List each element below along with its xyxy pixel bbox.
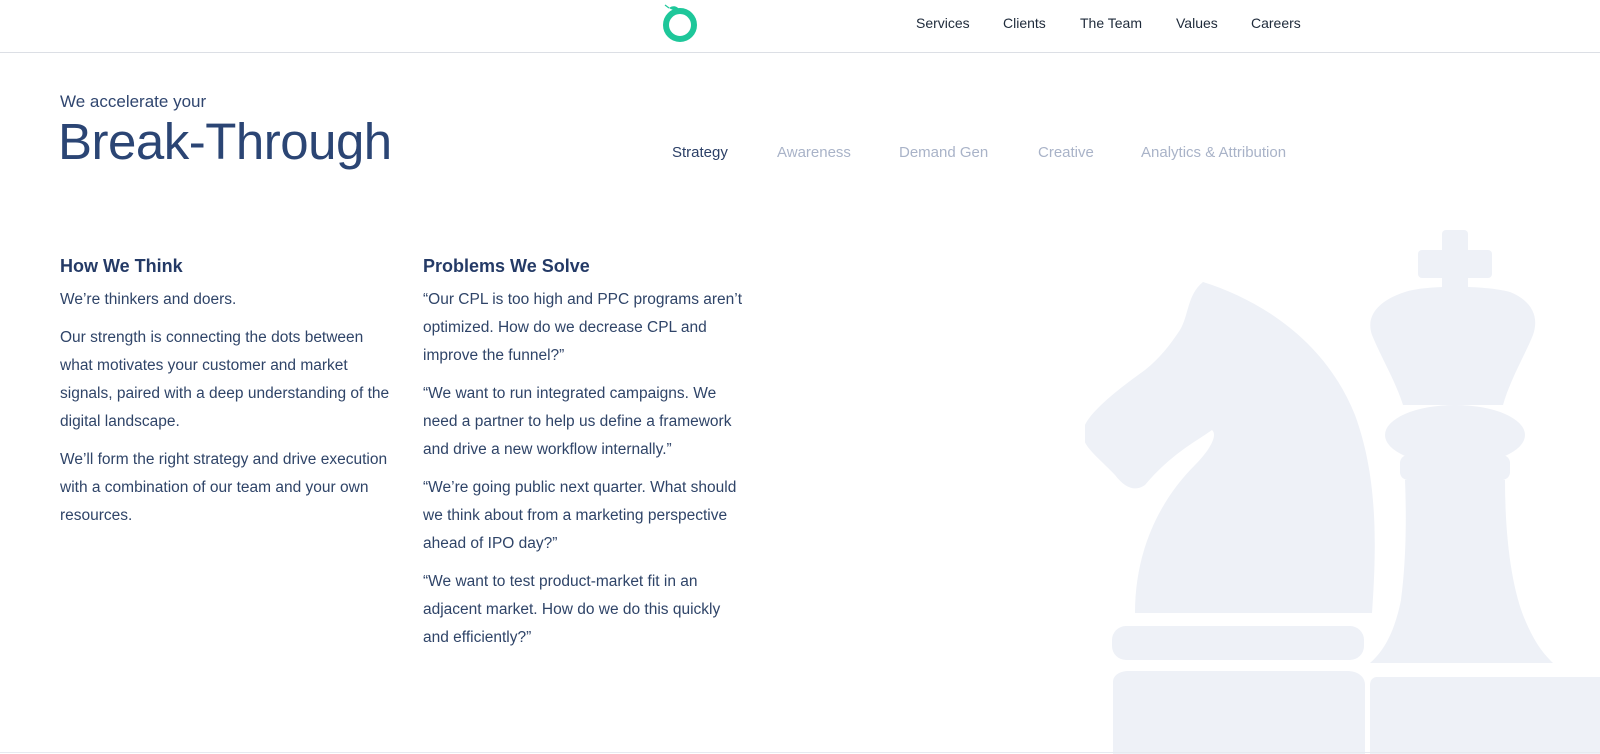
quote: “We’re going public next quarter. What s… (423, 479, 737, 552)
tab-strategy[interactable]: Strategy (672, 144, 728, 161)
quote: “We want to run integrated campaigns. We… (423, 385, 732, 458)
nav-item-values[interactable]: Values (1176, 15, 1218, 31)
section-divider (0, 752, 1600, 753)
tab-analytics-attribution[interactable]: Analytics & Attribution (1141, 144, 1286, 161)
top-navigation-bar: Services Clients The Team Values Careers (0, 0, 1600, 53)
paragraph: Our strength is connecting the dots betw… (60, 329, 390, 430)
quote: “Our CPL is too high and PPC programs ar… (423, 291, 743, 364)
chess-knight-king-illustration (1085, 230, 1600, 754)
tab-demand-gen[interactable]: Demand Gen (899, 144, 988, 161)
nav-item-services[interactable]: Services (916, 15, 970, 31)
hero-title: Break-Through (58, 113, 392, 170)
paragraph: We’re thinkers and doers. (60, 291, 237, 308)
tab-creative[interactable]: Creative (1038, 144, 1094, 161)
problems-we-solve-section: Problems We Solve “Our CPL is too high a… (423, 254, 748, 662)
how-we-think-section: How We Think We’re thinkers and doers. O… (60, 254, 395, 540)
nav-item-clients[interactable]: Clients (1003, 15, 1046, 31)
quote: “We want to test product-market fit in a… (423, 573, 721, 646)
section-heading: How We Think (60, 256, 183, 276)
nav-item-careers[interactable]: Careers (1251, 15, 1301, 31)
section-heading: Problems We Solve (423, 256, 590, 276)
nav-item-the-team[interactable]: The Team (1080, 15, 1142, 31)
hero-kicker: We accelerate your (60, 92, 207, 111)
circle-leaf-logo-icon[interactable] (659, 2, 701, 44)
paragraph: We’ll form the right strategy and drive … (60, 451, 388, 524)
tab-awareness[interactable]: Awareness (777, 144, 851, 161)
